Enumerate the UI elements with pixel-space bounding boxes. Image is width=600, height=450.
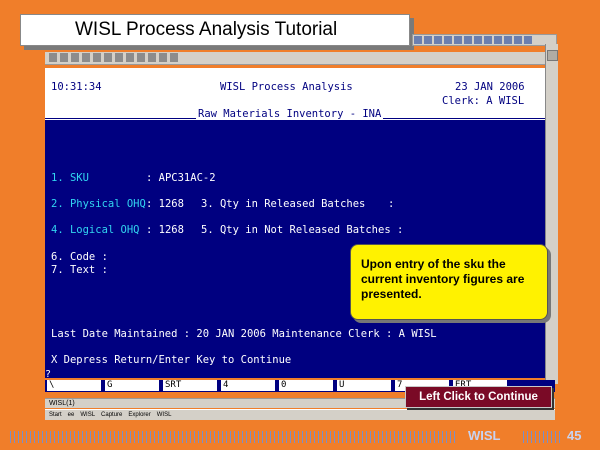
tool-icon[interactable]	[484, 36, 492, 44]
terminal-date: 23 JAN 2006	[455, 81, 525, 93]
function-key[interactable]: \	[47, 380, 101, 391]
tool-icon[interactable]	[494, 36, 502, 44]
logical-ohq-label: 4. Logical OHQ	[51, 224, 140, 236]
vertical-scrollbar[interactable]	[545, 44, 558, 384]
function-key[interactable]: 0	[279, 380, 333, 391]
last-maintained-line: Last Date Maintained : 20 JAN 2006 Maint…	[51, 328, 437, 340]
tool-icon[interactable]	[424, 36, 432, 44]
tool-icon[interactable]	[514, 36, 522, 44]
function-key[interactable]: 4	[221, 380, 275, 391]
tool-icon[interactable]	[464, 36, 472, 44]
screen-title: Raw Materials Inventory - INA	[196, 108, 384, 120]
taskbar-item[interactable]: Start	[49, 410, 62, 420]
slide-title: WISL Process Analysis Tutorial	[20, 14, 410, 46]
terminal-clerk: Clerk: A WISL	[442, 95, 525, 107]
page-number: 45	[567, 428, 582, 443]
footer-decoration	[523, 431, 561, 443]
save-icon[interactable]	[71, 53, 79, 62]
function-key[interactable]: G	[105, 380, 159, 391]
sku-value[interactable]: : APC31AC-2	[146, 172, 216, 184]
function-key[interactable]: U	[337, 380, 391, 391]
tutorial-callout: Upon entry of the sku the current invent…	[350, 244, 548, 320]
top-icon-toolbar	[412, 34, 557, 46]
footer-brand: WISL	[468, 428, 501, 443]
connect-icon[interactable]	[137, 53, 145, 62]
paste-icon[interactable]	[115, 53, 123, 62]
terminal-time: 10:31:34	[51, 81, 102, 93]
cut-icon[interactable]	[93, 53, 101, 62]
tool-icon[interactable]	[524, 36, 532, 44]
taskbar-item[interactable]: WISL	[157, 410, 172, 420]
help-icon[interactable]	[170, 53, 178, 62]
logical-ohq-value: : 1268	[146, 224, 184, 236]
tool-icon[interactable]	[474, 36, 482, 44]
text-field: 7. Text :	[51, 264, 108, 276]
taskbar-item[interactable]: Explorer	[128, 410, 150, 420]
input-cursor: ?	[45, 369, 52, 380]
terminal-header: 10:31:34 WISL Process Analysis 23 JAN 20…	[45, 68, 545, 120]
sku-label: 1. SKU	[51, 172, 89, 184]
taskbar-item[interactable]: WISL	[80, 410, 95, 420]
settings-icon[interactable]	[159, 53, 167, 62]
qty-not-released-label: 5. Qty in Not Released Batches :	[201, 224, 404, 236]
physical-ohq-label: 2. Physical OHQ	[51, 198, 146, 210]
continue-button[interactable]: Left Click to Continue	[405, 386, 552, 408]
tool-icon[interactable]	[434, 36, 442, 44]
tool-icon[interactable]	[444, 36, 452, 44]
scroll-thumb[interactable]	[547, 50, 558, 61]
footer-decoration	[10, 431, 455, 443]
terminal-screen[interactable]: 10:31:34 WISL Process Analysis 23 JAN 20…	[45, 68, 545, 378]
tool-icon[interactable]	[504, 36, 512, 44]
tool-icon[interactable]	[454, 36, 462, 44]
open-icon[interactable]	[60, 53, 68, 62]
disconnect-icon[interactable]	[148, 53, 156, 62]
print-icon[interactable]	[82, 53, 90, 62]
continue-prompt: X Depress Return/Enter Key to Continue	[51, 354, 292, 366]
terminal-app-title: WISL Process Analysis	[220, 81, 353, 93]
taskbar-item[interactable]: Capture	[101, 410, 122, 420]
taskbar-item[interactable]: ee	[68, 410, 75, 420]
app-toolbar	[45, 52, 555, 65]
taskbar: Start ee WISL Capture Explorer WISL	[45, 409, 555, 420]
new-icon[interactable]	[49, 53, 57, 62]
slide-footer: WISL 45	[10, 428, 592, 446]
copy-icon[interactable]	[104, 53, 112, 62]
qty-released-value: :	[388, 198, 395, 210]
tool-icon[interactable]	[414, 36, 422, 44]
physical-ohq-value: : 1268	[146, 198, 184, 210]
function-key[interactable]: SRT	[163, 380, 217, 391]
qty-released-label: 3. Qty in Released Batches	[201, 198, 366, 210]
find-icon[interactable]	[126, 53, 134, 62]
code-field: 6. Code :	[51, 251, 108, 263]
